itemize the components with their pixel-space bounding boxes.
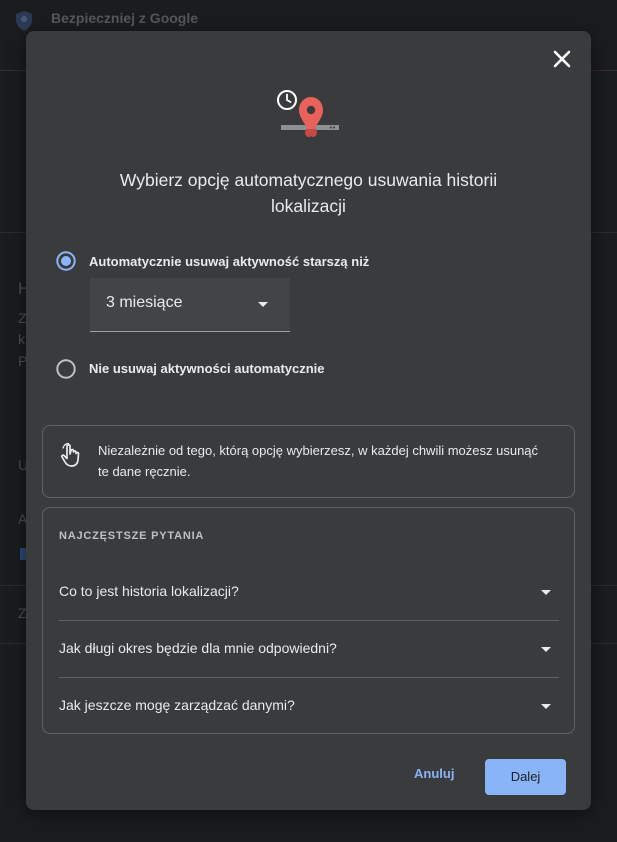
faq-item[interactable]: Jak długi okres będzie dla mnie odpowied… <box>59 620 559 677</box>
radio-no-auto-delete[interactable] <box>56 359 76 379</box>
shield-icon <box>16 11 32 31</box>
location-history-illustration <box>277 90 339 138</box>
info-notice: Niezależnie od tego, którą opcję wybierz… <box>42 425 575 498</box>
next-button[interactable]: Dalej <box>485 759 566 795</box>
dropdown-arrow-icon <box>258 302 268 307</box>
retention-period-select[interactable]: 3 miesiące <box>90 278 290 332</box>
radio-no-auto-delete-label[interactable]: Nie usuwaj aktywności automatycznie <box>89 361 325 376</box>
hand-touch-icon <box>60 442 80 467</box>
faq-section: NAJCZĘSTSZE PYTANIA Co to jest historia … <box>42 507 575 734</box>
faq-question: Jak jeszcze mogę zarządzać danymi? <box>59 697 295 713</box>
radio-auto-delete[interactable] <box>56 251 76 271</box>
expand-arrow-icon <box>541 647 551 652</box>
faq-item[interactable]: Jak jeszcze mogę zarządzać danymi? <box>59 677 559 734</box>
faq-question: Co to jest historia lokalizacji? <box>59 583 239 599</box>
dialog-title: Wybierz opcję automatycznego usuwania hi… <box>119 170 498 216</box>
faq-header: NAJCZĘSTSZE PYTANIA <box>59 530 205 542</box>
expand-arrow-icon <box>541 590 551 595</box>
background-text: k <box>18 331 25 347</box>
retention-period-value: 3 miesiące <box>106 294 183 311</box>
background-title: Bezpieczniej z Google <box>51 10 199 26</box>
info-text: Niezależnie od tego, którą opcję wybierz… <box>98 443 539 479</box>
faq-item[interactable]: Co to jest historia lokalizacji? <box>59 564 559 620</box>
close-icon[interactable] <box>549 46 575 72</box>
cancel-button[interactable]: Anuluj <box>414 766 454 781</box>
auto-delete-dialog: Wybierz opcję automatycznego usuwania hi… <box>26 31 591 810</box>
radio-auto-delete-label[interactable]: Automatycznie usuwaj aktywność starszą n… <box>89 254 369 269</box>
expand-arrow-icon <box>541 704 551 709</box>
faq-question: Jak długi okres będzie dla mnie odpowied… <box>59 640 337 656</box>
